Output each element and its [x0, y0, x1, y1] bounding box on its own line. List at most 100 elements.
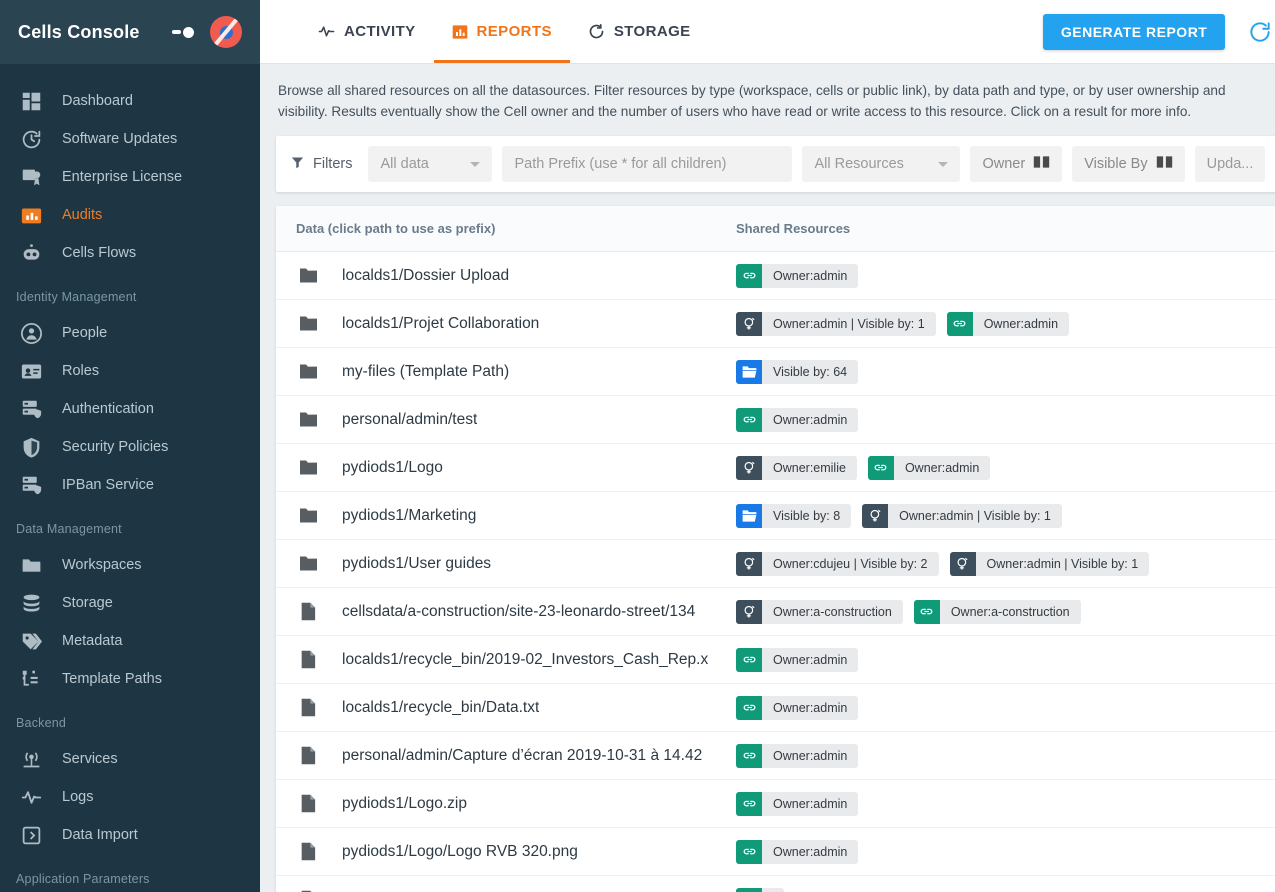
table-row[interactable]: personal/admin/Capture d’écran 2019-10-3…: [276, 732, 1275, 780]
row-path-label[interactable]: pydiods1/Logo.zip: [342, 795, 467, 813]
sidebar-item-dashboard[interactable]: Dashboard: [0, 82, 260, 120]
sidebar-item-roles[interactable]: Roles: [0, 352, 260, 390]
status-badge-cell[interactable]: Owner:admin | Visible by: 1: [950, 552, 1150, 576]
row-data-cell[interactable]: localds1/recycle_bin/2019-02_Investors_C…: [276, 650, 731, 669]
sidebar-item-label: Services: [62, 751, 118, 767]
status-badge-link[interactable]: [736, 888, 784, 892]
row-data-cell[interactable]: pydiods1/User guides: [276, 555, 731, 573]
reload-icon[interactable]: [1247, 19, 1273, 45]
table-row[interactable]: pydiods1/User guides Owner:cdujeu | Visib…: [276, 540, 1275, 588]
status-badge-link[interactable]: Owner:admin: [947, 312, 1069, 336]
table-row[interactable]: localds1/recycle_bin/2019-02_Investors_C…: [276, 636, 1275, 684]
table-row[interactable]: pydiods1/Logo.zip Owner:admin: [276, 780, 1275, 828]
status-badge-link[interactable]: Owner:admin: [736, 264, 858, 288]
row-data-cell[interactable]: localds1/Dossier Upload: [276, 267, 731, 285]
row-path-label[interactable]: personal/admin/test: [342, 411, 477, 429]
row-data-cell[interactable]: localds1/recycle_bin/Data.txt: [276, 698, 731, 717]
person-icon: [20, 322, 42, 344]
visible-by-filter[interactable]: Visible By: [1072, 146, 1184, 182]
sidebar-item-label: People: [62, 325, 107, 341]
sidebar-item-metadata[interactable]: Metadata: [0, 622, 260, 660]
data-type-select[interactable]: All data: [368, 146, 492, 182]
tab-storage[interactable]: STORAGE: [570, 0, 709, 63]
robot-icon: [20, 242, 42, 264]
table-row[interactable]: localds1/Projet Collaboration Owner:admin…: [276, 300, 1275, 348]
row-path-label[interactable]: personal/admin/Capture d’écran 2019-10-3…: [342, 747, 702, 765]
row-path-label[interactable]: localds1/recycle_bin/Data.txt: [342, 699, 539, 717]
content-area: Browse all shared resources on all the d…: [260, 64, 1275, 892]
tab-reports[interactable]: REPORTS: [434, 0, 570, 63]
path-prefix-input[interactable]: Path Prefix (use * for all children): [502, 146, 792, 182]
sidebar-item-audits[interactable]: Audits: [0, 196, 260, 234]
row-path-label[interactable]: pydiods1/Marketing: [342, 507, 476, 525]
row-path-label[interactable]: localds1/recycle_bin/2019-02_Investors_C…: [342, 651, 708, 669]
status-badge-link[interactable]: Owner:admin: [736, 696, 858, 720]
table-row[interactable]: [276, 876, 1275, 892]
status-badge-cell[interactable]: Owner:admin | Visible by: 1: [736, 312, 936, 336]
sidebar-item-label: Audits: [62, 207, 102, 223]
status-badge-ws[interactable]: Visible by: 8: [736, 504, 851, 528]
table-row[interactable]: my-files (Template Path) Visible by: 64: [276, 348, 1275, 396]
column-header-data[interactable]: Data (click path to use as prefix): [276, 221, 731, 236]
sidebar-item-services[interactable]: Services: [0, 740, 260, 778]
row-path-label[interactable]: localds1/Dossier Upload: [342, 267, 509, 285]
row-data-cell[interactable]: my-files (Template Path): [276, 363, 731, 381]
sidebar-item-people[interactable]: People: [0, 314, 260, 352]
row-path-label[interactable]: pydiods1/Logo/Logo RVB 320.png: [342, 843, 578, 861]
column-header-shared-resources[interactable]: Shared Resources: [731, 221, 1275, 236]
row-data-cell[interactable]: personal/admin/test: [276, 411, 731, 429]
status-badge-link[interactable]: Owner:admin: [736, 792, 858, 816]
status-badge-cell[interactable]: Owner:a-construction: [736, 600, 903, 624]
row-data-cell[interactable]: pydiods1/Logo.zip: [276, 794, 731, 813]
sidebar-item-enterprise-license[interactable]: Enterprise License: [0, 158, 260, 196]
sidebar-item-cells-flows[interactable]: Cells Flows: [0, 234, 260, 272]
dashboard-icon: [20, 90, 42, 112]
avatar[interactable]: [210, 16, 242, 48]
generate-report-button[interactable]: GENERATE REPORT: [1043, 14, 1225, 50]
sidebar-item-template-paths[interactable]: Template Paths: [0, 660, 260, 698]
table-row[interactable]: pydiods1/Logo/Logo RVB 320.png Owner:admi…: [276, 828, 1275, 876]
table-row[interactable]: pydiods1/Marketing Visible by: 8 Owner:adm…: [276, 492, 1275, 540]
sidebar-item-storage[interactable]: Storage: [0, 584, 260, 622]
row-data-cell[interactable]: cellsdata/a-construction/site-23-leonard…: [276, 602, 731, 621]
file-icon: [296, 794, 320, 813]
owner-filter[interactable]: Owner: [970, 146, 1062, 182]
row-data-cell[interactable]: personal/admin/Capture d’écran 2019-10-3…: [276, 746, 731, 765]
row-data-cell[interactable]: pydiods1/Marketing: [276, 507, 731, 525]
row-path-label[interactable]: cellsdata/a-construction/site-23-leonard…: [342, 603, 695, 621]
status-badge-link[interactable]: Owner:admin: [736, 744, 858, 768]
sidebar-item-security-policies[interactable]: Security Policies: [0, 428, 260, 466]
row-data-cell[interactable]: pydiods1/Logo/Logo RVB 320.png: [276, 842, 731, 861]
table-row[interactable]: cellsdata/a-construction/site-23-leonard…: [276, 588, 1275, 636]
resource-type-select[interactable]: All Resources: [802, 146, 960, 182]
sidebar-item-workspaces[interactable]: Workspaces: [0, 546, 260, 584]
updated-filter[interactable]: Upda...: [1195, 146, 1266, 182]
public-link-icon: [736, 888, 762, 892]
sidebar-item-authentication[interactable]: Authentication: [0, 390, 260, 428]
row-path-label[interactable]: localds1/Projet Collaboration: [342, 315, 539, 333]
sidebar-item-software-updates[interactable]: Software Updates: [0, 120, 260, 158]
status-badge-ws[interactable]: Visible by: 64: [736, 360, 858, 384]
status-badge-link[interactable]: Owner:a-construction: [914, 600, 1081, 624]
status-badge-link[interactable]: Owner:admin: [736, 648, 858, 672]
sidebar-item-logs[interactable]: Logs: [0, 778, 260, 816]
table-row[interactable]: personal/admin/test Owner:admin: [276, 396, 1275, 444]
status-badge-link[interactable]: Owner:admin: [736, 840, 858, 864]
table-row[interactable]: pydiods1/Logo Owner:emilie Owner:admin: [276, 444, 1275, 492]
status-badge-link[interactable]: Owner:admin: [736, 408, 858, 432]
status-badge-cell[interactable]: Owner:cdujeu | Visible by: 2: [736, 552, 939, 576]
table-row[interactable]: localds1/Dossier Upload Owner:admin: [276, 252, 1275, 300]
row-path-label[interactable]: my-files (Template Path): [342, 363, 509, 381]
status-badge-cell[interactable]: Owner:admin | Visible by: 1: [862, 504, 1062, 528]
row-path-label[interactable]: pydiods1/User guides: [342, 555, 491, 573]
sidebar-item-data-import[interactable]: Data Import: [0, 816, 260, 854]
status-badge-link[interactable]: Owner:admin: [868, 456, 990, 480]
status-badge-cell[interactable]: Owner:emilie: [736, 456, 857, 480]
row-data-cell[interactable]: pydiods1/Logo: [276, 459, 731, 477]
table-row[interactable]: localds1/recycle_bin/Data.txt Owner:admin: [276, 684, 1275, 732]
sidebar-item-ipban-service[interactable]: IPBan Service: [0, 466, 260, 504]
row-path-label[interactable]: pydiods1/Logo: [342, 459, 443, 477]
tab-activity[interactable]: ACTIVITY: [300, 0, 434, 63]
sidebar-collapse-toggle[interactable]: [172, 27, 194, 38]
row-data-cell[interactable]: localds1/Projet Collaboration: [276, 315, 731, 333]
